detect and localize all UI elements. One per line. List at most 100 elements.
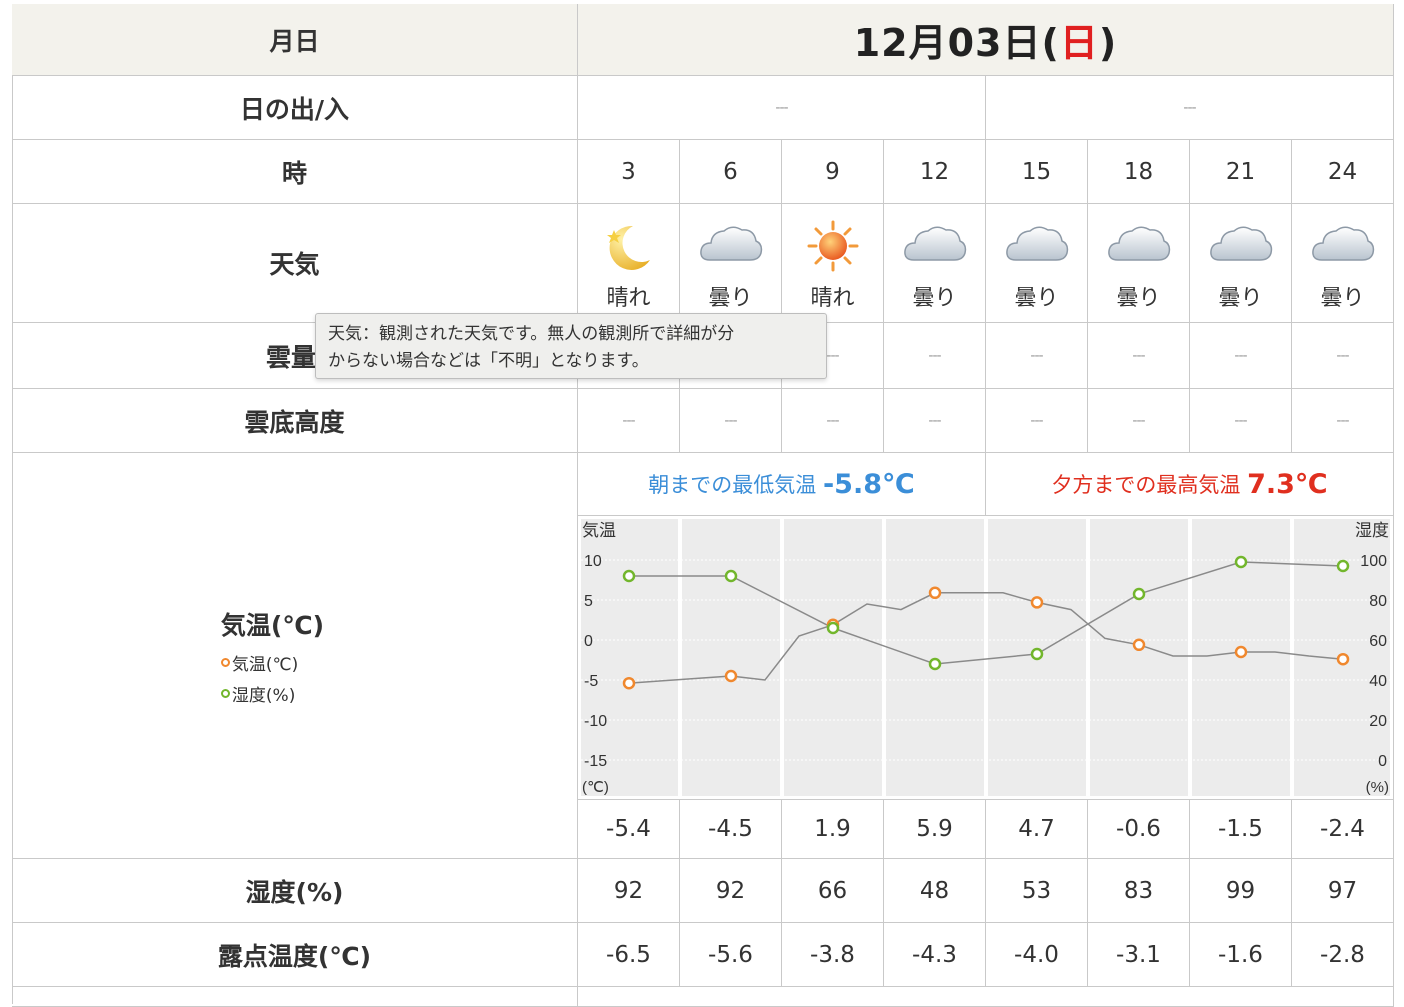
humidity-cell: 66: [782, 859, 884, 923]
cloud-base-row-label[interactable]: 雲底高度: [12, 389, 578, 453]
humidity-value: 97: [1327, 877, 1358, 904]
sunrise-value: ---: [578, 76, 986, 140]
weather-table: 月日 12月03日(日) 日の出/入 --- --- 時 3 6 9 12 15…: [12, 4, 1394, 1007]
temperature-value: -0.6: [1116, 816, 1161, 842]
temperature-point: [1030, 596, 1044, 609]
temperature-value: -5.4: [606, 816, 651, 842]
weather-label-text: 曇り: [708, 286, 753, 311]
time-value: 6: [723, 158, 738, 185]
sunrise-row-label: 日の出/入: [12, 76, 578, 140]
dewpoint-value: -3.8: [810, 941, 855, 968]
right-axis-title: 湿度: [1355, 521, 1389, 540]
dewpoint-cell: -5.6: [680, 923, 782, 987]
min-temp-cell: 朝までの最低気温 -5.8℃: [578, 453, 986, 516]
temperature-point: [622, 676, 636, 690]
left-axis-unit: (℃): [582, 779, 609, 796]
left-tick-label: -15: [584, 753, 607, 770]
cloud-icon: [698, 220, 764, 272]
max-temp-cell: 夕方までの最高気温 7.3℃: [986, 453, 1394, 516]
humidity-cell: 53: [986, 859, 1088, 923]
sunset-text: ---: [1183, 99, 1196, 116]
date-label: 月日: [269, 26, 320, 56]
cloud-amount-label[interactable]: 雲量: [266, 338, 316, 374]
cloud-amount-value: ---: [928, 347, 941, 364]
weather-cell: 曇り: [1190, 204, 1292, 323]
temperature-cell: -4.5: [680, 800, 782, 859]
left-tick-label: 5: [584, 593, 593, 610]
date-header: 12月03日(日): [578, 4, 1394, 76]
time-label: 時: [281, 158, 307, 188]
temperature-value: -2.4: [1320, 816, 1365, 842]
temperature-value: -1.5: [1218, 816, 1263, 842]
right-tick-label: 0: [1378, 753, 1387, 770]
time-cell: 18: [1088, 140, 1190, 204]
sunrise-text: ---: [775, 99, 788, 116]
time-row-label: 時: [12, 140, 578, 204]
right-tick-label: 100: [1360, 553, 1387, 570]
dewpoint-value: -2.8: [1320, 941, 1365, 968]
temperature-point: [1132, 638, 1146, 652]
dewpoint-cell: -3.1: [1088, 923, 1190, 987]
dewpoint-value: -6.5: [606, 941, 651, 968]
cloud-amount-cell: ---: [1190, 323, 1292, 389]
humidity-point: [622, 569, 636, 583]
cloud-base-label[interactable]: 雲底高度: [244, 403, 344, 439]
left-tick-label: 10: [584, 553, 602, 570]
dewpoint-cell: -4.3: [884, 923, 986, 987]
max-temp-value: 7.3℃: [1247, 468, 1328, 500]
weekday-text: 日: [1059, 21, 1099, 65]
humidity-point: [1132, 587, 1146, 601]
humidity-point: [1030, 647, 1044, 661]
time-cell: 6: [680, 140, 782, 204]
cloud-base-value: ---: [1234, 412, 1247, 429]
weather-label-text: 晴れ: [810, 286, 855, 311]
left-tick-label: -10: [584, 713, 607, 730]
weather-cell: 曇り: [986, 204, 1088, 323]
cloud-base-cell: ---: [782, 389, 884, 453]
humidity-cell: 99: [1190, 859, 1292, 923]
weather-label-text: 曇り: [1116, 286, 1161, 311]
moon-star-icon: [596, 220, 662, 272]
temperature-label[interactable]: 気温(℃): [221, 606, 324, 642]
time-cell: 3: [578, 140, 680, 204]
weather-label[interactable]: 天気: [269, 245, 319, 281]
time-cell: 24: [1292, 140, 1394, 204]
weather-label-text: 曇り: [1320, 286, 1365, 311]
legend-humidity-label: 湿度(%): [231, 685, 296, 706]
temperature-value: 1.9: [814, 816, 851, 842]
temperature-value: -4.5: [708, 816, 753, 842]
cloud-amount-cell: ---: [884, 323, 986, 389]
right-tick-label: 40: [1369, 673, 1387, 690]
cloud-base-value: ---: [826, 412, 839, 429]
max-temp-label: 夕方までの最高気温: [1051, 473, 1241, 497]
weather-label-text: 曇り: [1014, 286, 1059, 311]
temperature-cell: 1.9: [782, 800, 884, 859]
dewpoint-value: -5.6: [708, 941, 753, 968]
right-tick-label: 20: [1369, 713, 1387, 730]
left-tick-label: 0: [584, 633, 593, 650]
sunset-value: ---: [986, 76, 1394, 140]
humidity-point: [1234, 555, 1248, 569]
weather-row-label[interactable]: 天気: [12, 204, 578, 323]
cloud-amount-value: ---: [1234, 347, 1247, 364]
humidity-label: 湿度(%): [245, 877, 344, 907]
left-tick-label: -5: [584, 673, 598, 690]
temperature-cell: -2.4: [1292, 800, 1394, 859]
temperature-cell: -5.4: [578, 800, 680, 859]
weather-label-text: 曇り: [1218, 286, 1263, 311]
humidity-point: [724, 569, 738, 583]
dewpoint-label: 露点温度(℃): [217, 941, 372, 971]
temperature-cell: -0.6: [1088, 800, 1190, 859]
left-axis-title: 気温: [582, 521, 616, 540]
date-row-label: 月日: [12, 4, 578, 76]
legend-temp: 気温(℃): [220, 650, 298, 675]
dewpoint-cell: -4.0: [986, 923, 1088, 987]
humidity-value: 83: [1123, 877, 1154, 904]
temperature-point: [1234, 645, 1248, 659]
legend-humidity: 湿度(%): [220, 681, 296, 706]
cloud-amount-cell: ---: [986, 323, 1088, 389]
humidity-cell: 83: [1088, 859, 1190, 923]
weather-cell: 曇り: [1088, 204, 1190, 323]
weather-tooltip: 天気：観測された天気です。無人の観測所で詳細が分 からない場合などは「不明」とな…: [315, 313, 827, 379]
min-temp-label: 朝までの最低気温: [648, 473, 817, 497]
